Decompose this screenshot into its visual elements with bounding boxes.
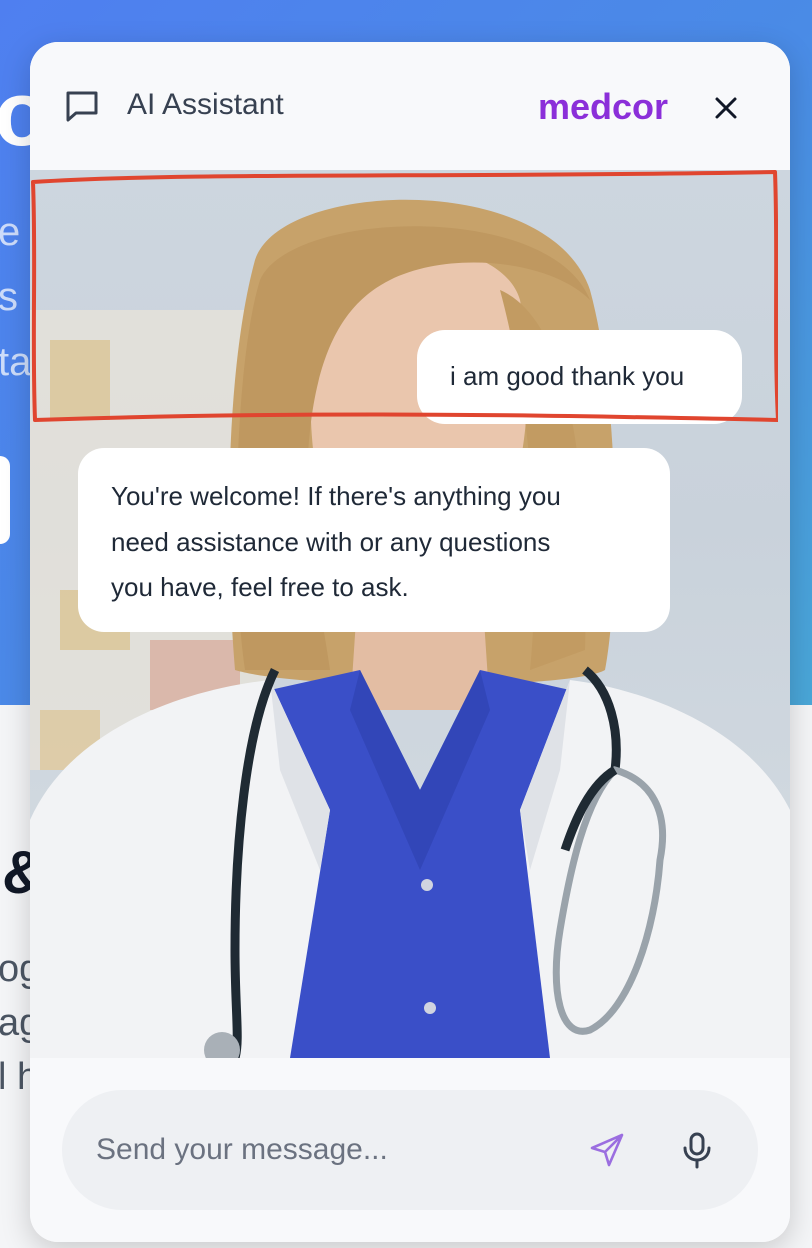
brand-logo: medcor <box>538 86 669 127</box>
assistant-avatar-photo: i am good thank you You're welcome! If t… <box>30 170 790 1058</box>
message-input[interactable] <box>94 1124 568 1176</box>
assistant-message-line: You're welcome! If there's anything you <box>111 481 561 511</box>
hero-text-line: s <box>0 275 18 319</box>
widget-title: AI Assistant <box>127 88 284 121</box>
user-message-bubble: i am good thank you <box>417 330 742 424</box>
assistant-message-line: you have, feel free to ask. <box>111 572 409 602</box>
close-icon <box>715 97 737 119</box>
microphone-button[interactable] <box>677 1130 717 1170</box>
microphone-icon <box>683 1132 711 1169</box>
hero-cta-button[interactable] <box>0 456 10 544</box>
hero-text-line: ta <box>0 340 32 384</box>
user-message-text: i am good thank you <box>450 361 685 391</box>
widget-header: AI Assistant medcor <box>30 42 790 170</box>
assistant-message-line: need assistance with or any questions <box>111 526 551 557</box>
message-composer <box>30 1058 790 1242</box>
assistant-message-bubble: You're welcome! If there's anything you … <box>78 448 670 632</box>
chat-bubble-icon <box>62 87 102 127</box>
send-icon <box>590 1133 624 1167</box>
close-button[interactable] <box>706 88 746 128</box>
chat-widget: AI Assistant medcor i am good thank you … <box>30 42 790 1242</box>
message-input-container <box>62 1090 758 1210</box>
send-button[interactable] <box>587 1130 627 1170</box>
